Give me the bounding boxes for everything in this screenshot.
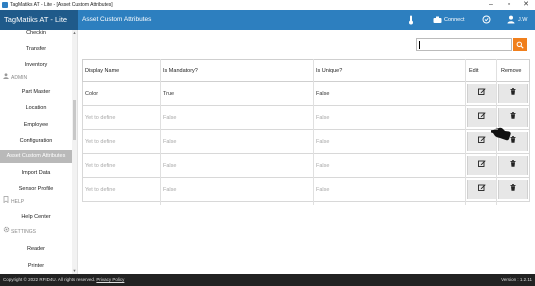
window-title: TagMatiks AT - Lite - [Asset Custom Attr…	[10, 2, 113, 8]
minimize-button[interactable]: –	[484, 0, 498, 10]
sidebar-section-admin: ADMIN	[3, 72, 27, 84]
user-icon	[3, 72, 11, 84]
version-text: Version : 1.2.11	[501, 277, 532, 282]
cell-is-mandatory: True	[163, 91, 175, 97]
sidebar-item-help-center[interactable]: Help Center	[0, 211, 72, 223]
sidebar-item-configuration[interactable]: Configuration	[0, 135, 72, 147]
edit-icon	[478, 136, 486, 143]
table-row[interactable]: Yet to define False False	[82, 178, 530, 202]
sidebar-item-checkin[interactable]: Checkin	[0, 27, 72, 39]
search-input[interactable]	[416, 38, 512, 51]
scroll-up-icon[interactable]: ▲	[72, 30, 77, 36]
cell-display-name: Yet to define	[85, 115, 116, 121]
cell-is-mandatory: False	[163, 187, 177, 193]
edit-button[interactable]	[467, 156, 497, 175]
footer-left: Copyright © 2022 RFID4U. All rights rese…	[3, 274, 124, 286]
sidebar-section-settings-label: SETTINGS	[11, 229, 37, 235]
app-icon	[2, 2, 8, 8]
sidebar-item-inventory[interactable]: Inventory	[0, 59, 72, 71]
sidebar-item-location[interactable]: Location	[0, 102, 72, 114]
attributes-table: Display Name Is Mandatory? Is Unique? Ed…	[82, 59, 530, 205]
search-button[interactable]	[513, 38, 527, 51]
window-titlebar: TagMatiks AT - Lite - [Asset Custom Attr…	[0, 0, 535, 10]
sidebar-section-admin-label: ADMIN	[11, 75, 28, 81]
sidebar-item-transfer[interactable]: Transfer	[0, 43, 72, 55]
column-divider	[160, 59, 161, 205]
cell-is-mandatory: False	[163, 115, 177, 121]
user-label[interactable]: J.W	[518, 10, 527, 30]
search-icon	[516, 41, 524, 49]
thermometer-icon[interactable]	[408, 10, 414, 34]
edit-icon	[478, 112, 486, 119]
sidebar-item-import-data[interactable]: Import Data	[0, 167, 72, 179]
connect-icon[interactable]	[433, 10, 442, 33]
page-title: Asset Custom Attributes	[82, 16, 152, 23]
connect-label[interactable]: Connect	[444, 10, 465, 30]
scrollbar-thumb[interactable]	[73, 100, 76, 140]
edit-button[interactable]	[467, 84, 497, 103]
maximize-button[interactable]: ▫	[502, 0, 516, 10]
remove-button[interactable]	[498, 180, 528, 199]
table-header-row: Display Name Is Mandatory? Is Unique? Ed…	[82, 59, 530, 82]
sidebar-item-reader[interactable]: Reader	[0, 243, 72, 255]
cell-is-mandatory: False	[163, 139, 177, 145]
sidebar-item-printer[interactable]: Printer	[0, 260, 72, 272]
table-row[interactable]: Yet to define False False	[82, 106, 530, 130]
cell-display-name: Yet to define	[85, 163, 116, 169]
user-icon[interactable]	[507, 10, 515, 33]
cell-is-unique: False	[316, 187, 330, 193]
sidebar-item-employee[interactable]: Employee	[0, 119, 72, 131]
trash-icon	[510, 184, 516, 191]
sidebar: Checkin Transfer Inventory ADMIN Part Ma…	[0, 30, 78, 274]
column-header-is-mandatory[interactable]: Is Mandatory?	[163, 60, 198, 83]
cell-is-mandatory: False	[163, 163, 177, 169]
sidebar-item-sensor-profile[interactable]: Sensor Profile	[0, 183, 72, 195]
copyright-text: Copyright © 2022 RFID4U. All rights rese…	[3, 277, 96, 282]
table-row[interactable]: Color True False	[82, 82, 530, 106]
bookmark-icon	[3, 196, 11, 208]
cell-is-unique: False	[316, 91, 330, 97]
status-icon[interactable]	[482, 10, 491, 33]
sidebar-item-part-master[interactable]: Part Master	[0, 86, 72, 98]
column-divider	[465, 59, 466, 205]
sidebar-scrollbar[interactable]: ▲ ▼	[72, 30, 77, 274]
sidebar-item-asset-custom-attributes[interactable]: Asset Custom Attributes	[0, 150, 72, 163]
privacy-policy-link[interactable]: Privacy Policy	[96, 277, 124, 282]
edit-button[interactable]	[467, 180, 497, 199]
sidebar-section-settings: SETTINGS	[3, 226, 36, 238]
gear-icon	[3, 226, 11, 238]
text-caret	[419, 41, 420, 49]
trash-icon	[510, 88, 516, 95]
trash-icon	[510, 112, 516, 119]
edit-icon	[478, 160, 486, 167]
remove-button[interactable]	[498, 84, 528, 103]
column-divider	[313, 59, 314, 205]
cell-is-unique: False	[316, 115, 330, 121]
cell-display-name: Yet to define	[85, 187, 116, 193]
table-row[interactable]: Yet to define False False	[82, 154, 530, 178]
close-button[interactable]: ✕	[519, 0, 533, 10]
edit-icon	[478, 88, 486, 95]
cell-display-name: Color	[85, 91, 99, 97]
cell-display-name: Yet to define	[85, 139, 116, 145]
column-header-remove[interactable]: Remove	[501, 60, 521, 83]
app-header: TagMatiks AT - Lite Asset Custom Attribu…	[0, 10, 535, 30]
column-header-is-unique[interactable]: Is Unique?	[316, 60, 342, 83]
trash-icon	[510, 160, 516, 167]
status-footer: Copyright © 2022 RFID4U. All rights rese…	[0, 274, 535, 286]
column-header-display-name[interactable]: Display Name	[85, 60, 119, 83]
sidebar-section-help-label: HELP	[11, 199, 25, 205]
cell-is-unique: False	[316, 163, 330, 169]
edit-icon	[478, 184, 486, 191]
hand-cursor-icon	[490, 127, 511, 141]
cell-is-unique: False	[316, 139, 330, 145]
table-row[interactable]: Yet to define False False	[82, 130, 530, 154]
remove-button[interactable]	[498, 156, 528, 175]
column-header-edit[interactable]: Edit	[469, 60, 478, 83]
sidebar-section-help: HELP	[3, 196, 24, 208]
